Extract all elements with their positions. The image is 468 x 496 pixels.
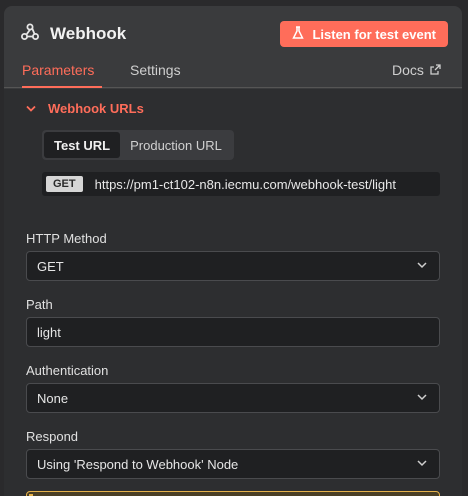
docs-label: Docs	[392, 62, 424, 78]
chevron-down-icon	[415, 258, 429, 275]
production-url-option[interactable]: Production URL	[120, 132, 232, 158]
external-link-icon	[430, 62, 441, 88]
node-panel: Webhook Listen for test event Parameters…	[4, 6, 462, 496]
chevron-down-icon	[415, 390, 429, 407]
tab-parameters[interactable]: Parameters	[22, 62, 102, 88]
chevron-down-icon	[415, 456, 429, 473]
listen-test-event-button[interactable]: Listen for test event	[280, 21, 448, 47]
webhook-url-box[interactable]: GET https://pm1-ct102-n8n.iecmu.com/webh…	[42, 172, 440, 196]
title-group: Webhook	[20, 22, 126, 47]
http-method-value: GET	[37, 258, 64, 274]
webhook-icon	[20, 22, 40, 47]
url-type-switch: Test URL Production URL	[42, 130, 234, 160]
path-value: light	[37, 324, 61, 340]
chevron-down-icon	[26, 101, 36, 116]
listen-label: Listen for test event	[312, 26, 436, 42]
http-method-label: HTTP Method	[26, 231, 107, 246]
authentication-value: None	[37, 390, 69, 406]
panel-header: Webhook Listen for test event	[4, 6, 462, 62]
authentication-select[interactable]: None	[26, 383, 440, 413]
webhook-url: https://pm1-ct102-n8n.iecmu.com/webhook-…	[94, 176, 396, 192]
docs-link[interactable]: Docs	[392, 62, 452, 88]
path-input[interactable]: light	[26, 317, 440, 347]
path-label: Path	[26, 297, 53, 312]
webhook-urls-label: Webhook URLs	[48, 101, 144, 116]
parameters-content: Webhook URLs Test URL Production URL GET…	[4, 89, 462, 496]
test-url-option[interactable]: Test URL	[44, 132, 121, 158]
respond-value: Using 'Respond to Webhook' Node	[37, 456, 239, 472]
respond-select[interactable]: Using 'Respond to Webhook' Node	[26, 449, 440, 479]
respond-label: Respond	[26, 429, 79, 444]
warning-notice	[26, 491, 440, 496]
http-method-select[interactable]: GET	[26, 251, 440, 281]
tab-settings[interactable]: Settings	[130, 62, 190, 88]
method-badge: GET	[46, 176, 83, 192]
webhook-urls-toggle[interactable]: Webhook URLs	[26, 101, 144, 116]
authentication-label: Authentication	[26, 363, 109, 378]
flask-icon	[292, 25, 305, 43]
tab-bar: Parameters Settings Docs	[4, 62, 462, 88]
node-title: Webhook	[50, 24, 127, 43]
